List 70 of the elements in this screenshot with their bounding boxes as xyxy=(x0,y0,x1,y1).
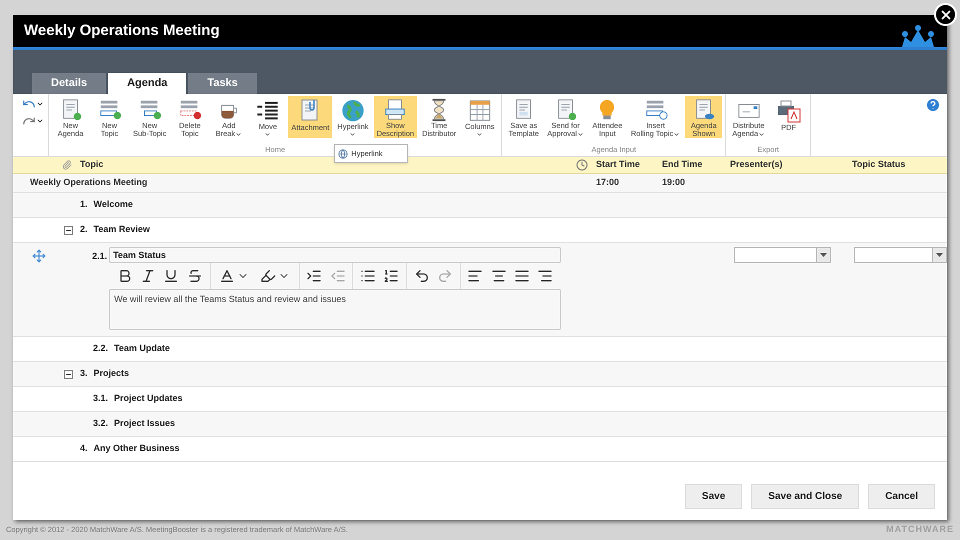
start-time: 17:00 xyxy=(596,177,620,188)
topic-title[interactable]: Any Other Business xyxy=(94,442,180,456)
topic-number: 3. xyxy=(80,367,88,380)
column-header: Topic xyxy=(80,158,104,172)
caret-icon xyxy=(349,131,356,138)
topic-title-field[interactable]: Team Status xyxy=(109,247,562,263)
tab[interactable]: Tasks xyxy=(188,73,257,94)
pdf-printer-icon xyxy=(776,98,802,124)
undo-icon xyxy=(414,268,430,284)
outdent-icon xyxy=(330,268,346,284)
end-time: 19:00 xyxy=(662,177,686,188)
close-icon xyxy=(938,8,952,22)
tab[interactable]: Details xyxy=(32,73,106,94)
topic-title[interactable]: Team Review xyxy=(94,223,150,237)
caret-icon xyxy=(476,131,484,138)
topic-number: 2.2. xyxy=(93,342,108,356)
crown-logo-icon xyxy=(900,25,936,47)
paperclip-icon xyxy=(62,160,72,170)
topic-title[interactable]: Projects xyxy=(94,367,130,381)
caret-icon xyxy=(936,253,944,257)
window-title: Weekly Operations Meeting xyxy=(24,20,221,41)
underline-icon xyxy=(163,268,180,284)
column-header: Start Time xyxy=(596,158,641,172)
align-center-icon xyxy=(490,268,507,284)
dialog-button[interactable]: Save and Close xyxy=(751,484,860,509)
topic-title[interactable]: Project Issues xyxy=(114,417,176,431)
topic-number: 1. xyxy=(80,198,88,212)
help-icon[interactable] xyxy=(927,99,939,111)
caret-icon xyxy=(758,130,766,138)
tab[interactable]: Agenda xyxy=(108,73,186,94)
italic-icon xyxy=(140,268,156,284)
topic-title[interactable]: Project Updates xyxy=(114,392,183,406)
strikethrough-icon xyxy=(186,268,203,284)
globe-icon xyxy=(338,148,348,159)
topic-title[interactable]: Team Update xyxy=(114,342,170,356)
caret-icon xyxy=(36,117,44,125)
topic-title[interactable]: Welcome xyxy=(94,198,133,212)
indent-icon xyxy=(306,268,322,284)
align-right-icon xyxy=(537,268,554,284)
topic-number: 2. xyxy=(80,223,88,236)
numbered-list-icon xyxy=(383,268,400,284)
bullet-list-icon xyxy=(360,268,376,284)
collapse-toggle[interactable] xyxy=(64,370,73,378)
align-justify-icon xyxy=(514,268,530,284)
dialog-button[interactable]: Cancel xyxy=(868,484,935,509)
column-header: Presenter(s) xyxy=(730,158,784,172)
caret-icon xyxy=(235,130,242,138)
caret-icon xyxy=(36,100,44,108)
close-button[interactable] xyxy=(934,3,957,26)
caret-icon xyxy=(264,131,272,138)
column-header: End Time xyxy=(662,158,704,172)
caret-icon xyxy=(576,130,584,138)
topic-number: 4. xyxy=(80,442,88,456)
topic-number: 3.2. xyxy=(93,417,108,430)
dialog-button[interactable]: Save xyxy=(684,484,742,509)
column-header: Topic Status xyxy=(852,158,906,172)
redo-icon xyxy=(436,268,453,284)
highlighter-icon xyxy=(260,268,276,284)
align-left-icon xyxy=(467,268,484,284)
move-icon[interactable] xyxy=(32,249,46,263)
description-field[interactable]: We will review all the Teams Status and review and issues xyxy=(109,289,562,330)
collapse-toggle[interactable] xyxy=(64,226,73,234)
meeting-title: Weekly Operations Meeting xyxy=(30,177,148,188)
clock-icon xyxy=(576,159,588,171)
topic-number: 2.1. xyxy=(91,250,106,263)
caret-icon xyxy=(673,130,680,138)
globe-icon xyxy=(340,98,366,124)
text-color-icon xyxy=(219,268,235,284)
caret-icon xyxy=(820,253,827,257)
topic-number: 3.1. xyxy=(93,392,108,406)
